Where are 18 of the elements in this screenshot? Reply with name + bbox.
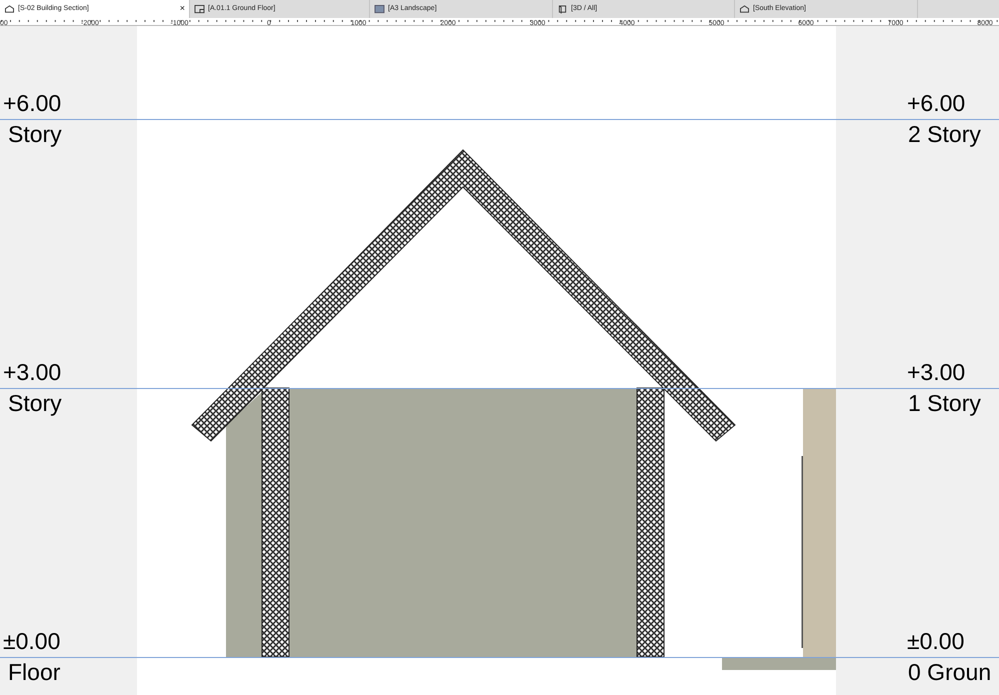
story-elevation: +3.00 <box>907 361 966 384</box>
story-name: 0 Groun <box>908 661 992 684</box>
story-elevation: ±0.00 <box>3 630 60 653</box>
story-elevation: +6.00 <box>3 92 62 115</box>
story-elevation: +6.00 <box>907 92 966 115</box>
house-outline-icon <box>739 4 750 14</box>
close-button[interactable]: × <box>180 2 185 16</box>
story-elevation: +3.00 <box>3 361 62 384</box>
floor-plan-icon <box>194 4 205 14</box>
story-name: Story <box>8 392 62 415</box>
story-name: Story <box>8 123 62 146</box>
story-elevation: ±0.00 <box>907 630 964 653</box>
sheet-icon <box>374 4 385 14</box>
story-name: 1 Story <box>908 392 981 415</box>
story-name: Floor <box>8 661 60 684</box>
story-name: 2 Story <box>908 123 981 146</box>
house-outline-icon <box>4 4 15 14</box>
box-icon <box>557 4 568 14</box>
